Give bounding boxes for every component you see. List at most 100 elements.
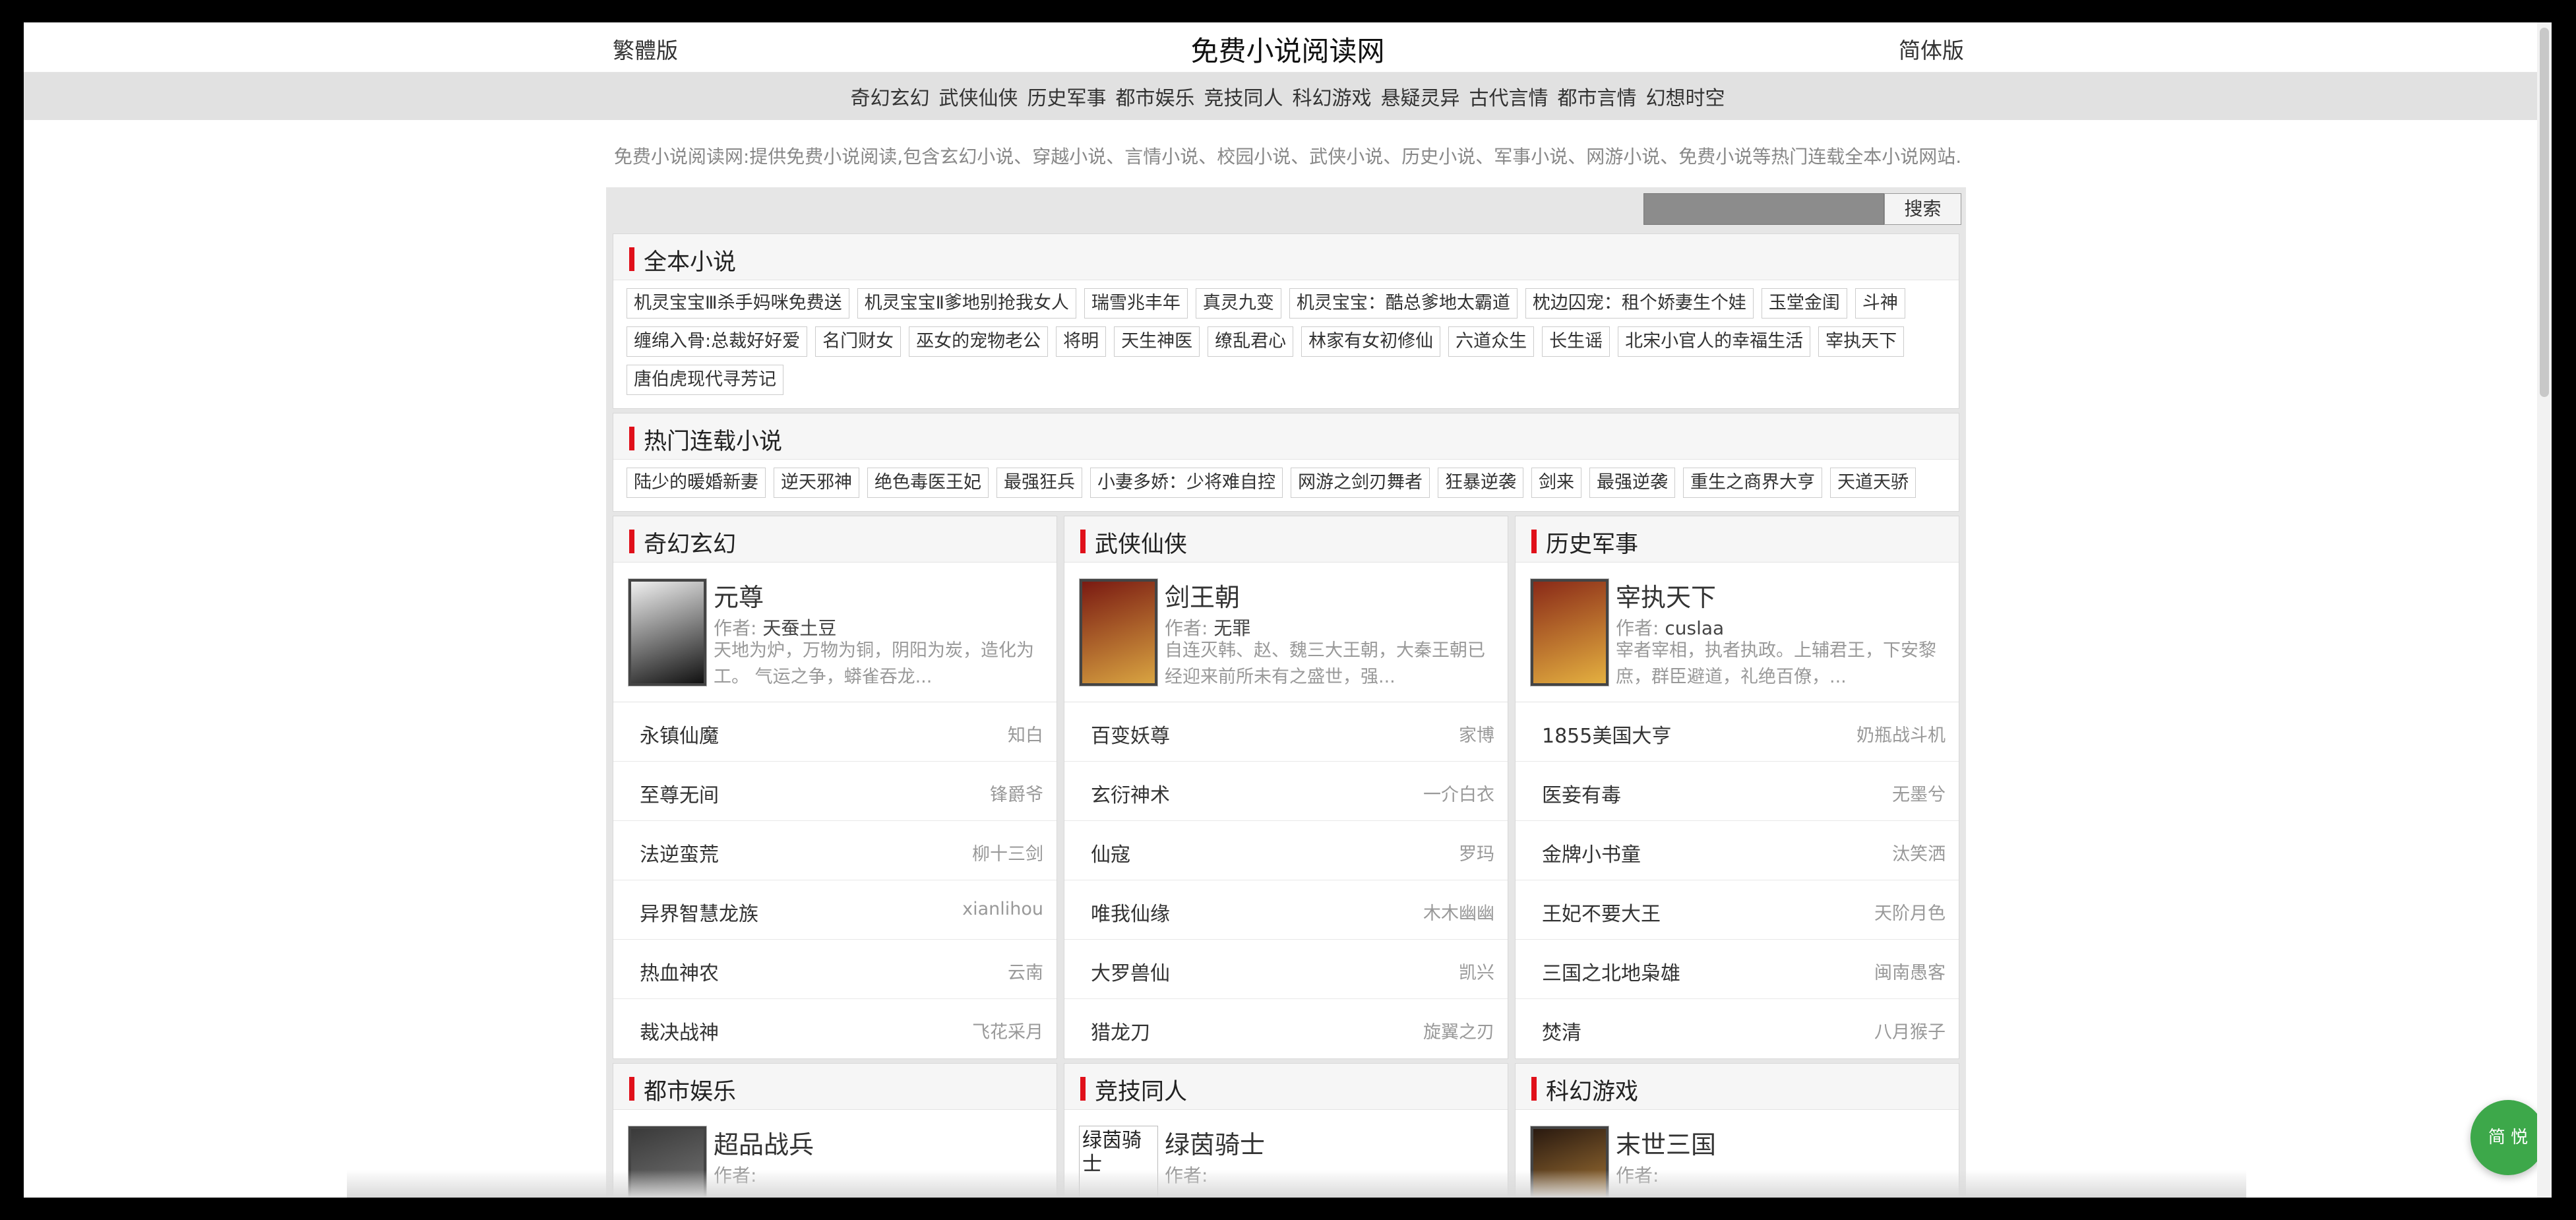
book-title[interactable]: 热血神农 [640, 957, 719, 986]
novel-tag[interactable]: 斗神 [1855, 288, 1905, 319]
book-row[interactable]: 医妾有毒 无墨兮 [1516, 762, 1959, 821]
book-title[interactable]: 至尊无间 [640, 779, 719, 808]
novel-tag[interactable]: 天生神医 [1114, 326, 1200, 357]
search-button[interactable]: 搜索 [1884, 193, 1961, 225]
novel-tag[interactable]: 天道天骄 [1830, 468, 1916, 498]
book-title[interactable]: 1855美国大亨 [1542, 719, 1671, 748]
nav-link-0[interactable]: 奇幻玄幻 [851, 82, 930, 111]
category-title[interactable]: 武侠仙侠 [1095, 526, 1187, 559]
novel-tag[interactable]: 唐伯虎现代寻芳记 [627, 365, 783, 395]
scrollbar[interactable] [2537, 22, 2552, 1198]
category-title[interactable]: 历史军事 [1546, 526, 1638, 559]
nav-link-3[interactable]: 都市娱乐 [1116, 82, 1195, 111]
nav-link-2[interactable]: 历史军事 [1027, 82, 1107, 111]
search-input[interactable] [1643, 193, 1884, 225]
novel-tag[interactable]: 最强逆袭 [1589, 468, 1675, 498]
book-row[interactable]: 至尊无间 锋爵爷 [613, 762, 1057, 821]
simplified-link[interactable]: 简体版 [1899, 33, 1964, 65]
nav-link-4[interactable]: 竞技同人 [1204, 82, 1283, 111]
book-title[interactable]: 永镇仙魔 [640, 719, 719, 748]
book-row[interactable]: 三国之北地枭雄 闽南愚客 [1516, 940, 1959, 999]
novel-tag[interactable]: 重生之商界大亨 [1683, 468, 1822, 498]
site-title[interactable]: 免费小说阅读网 [1190, 35, 1384, 67]
book-row[interactable]: 1855美国大亨 奶瓶战斗机 [1516, 702, 1959, 762]
novel-tag[interactable]: 机灵宝宝：酷总爹地太霸道 [1289, 288, 1518, 319]
scrollbar-thumb[interactable] [2540, 28, 2549, 397]
book-row[interactable]: 焚清 八月猴子 [1516, 999, 1959, 1058]
book-row[interactable]: 百变妖尊 家博 [1064, 702, 1508, 762]
book-title[interactable]: 异界智慧龙族 [640, 898, 758, 927]
book-title[interactable]: 三国之北地枭雄 [1542, 957, 1680, 986]
novel-tag[interactable]: 长生谣 [1542, 326, 1610, 357]
book-title[interactable]: 唯我仙缘 [1091, 898, 1170, 927]
novel-tag[interactable]: 宰执天下 [1818, 326, 1905, 357]
book-name[interactable]: 超品战兵 [714, 1124, 814, 1161]
book-row[interactable]: 大罗兽仙 凯兴 [1064, 940, 1508, 999]
novel-tag[interactable]: 缭乱君心 [1208, 326, 1294, 357]
novel-tag[interactable]: 最强狂兵 [997, 468, 1082, 498]
book-row[interactable]: 热血神农 云南 [613, 940, 1057, 999]
book-title[interactable]: 玄衍神术 [1091, 779, 1170, 808]
novel-tag[interactable]: 玉堂金闺 [1761, 288, 1847, 319]
book-row[interactable]: 法逆蛮荒 柳十三剑 [613, 821, 1057, 880]
nav-link-1[interactable]: 武侠仙侠 [939, 82, 1018, 111]
novel-tag[interactable]: 小妻多娇：少将难自控 [1090, 468, 1283, 498]
novel-tag[interactable]: 狂暴逆袭 [1438, 468, 1523, 498]
novel-tag[interactable]: 六道众生 [1448, 326, 1535, 357]
book-cover[interactable] [1530, 578, 1609, 686]
novel-tag[interactable]: 真灵九变 [1195, 288, 1281, 319]
book-row[interactable]: 猎龙刀 旋翼之刃 [1064, 999, 1508, 1058]
book-title[interactable]: 大罗兽仙 [1091, 957, 1170, 986]
book-title[interactable]: 仙寇 [1091, 838, 1130, 867]
book-cover[interactable] [628, 578, 707, 686]
novel-tag[interactable]: 林家有女初修仙 [1301, 326, 1441, 357]
book-name[interactable]: 末世三国 [1616, 1124, 1716, 1161]
nav-link-5[interactable]: 科幻游戏 [1293, 82, 1372, 111]
book-title[interactable]: 王妃不要大王 [1542, 898, 1661, 927]
book-name[interactable]: 元尊 [714, 577, 764, 613]
book-title[interactable]: 裁决战神 [640, 1016, 719, 1045]
novel-tag[interactable]: 网游之剑刃舞者 [1291, 468, 1430, 498]
book-title[interactable]: 百变妖尊 [1091, 719, 1170, 748]
book-row[interactable]: 异界智慧龙族 xianlihou [613, 880, 1057, 940]
novel-tag[interactable]: 巫女的宠物老公 [909, 326, 1049, 357]
novel-tag[interactable]: 逆天邪神 [774, 468, 859, 498]
book-title[interactable]: 猎龙刀 [1091, 1016, 1150, 1045]
nav-link-6[interactable]: 悬疑灵异 [1381, 82, 1460, 111]
category-title[interactable]: 奇幻玄幻 [644, 526, 736, 559]
book-row[interactable]: 唯我仙缘 木木幽幽 [1064, 880, 1508, 940]
novel-tag[interactable]: 瑞雪兆丰年 [1084, 288, 1188, 319]
nav-link-9[interactable]: 幻想时空 [1646, 82, 1725, 111]
nav-link-7[interactable]: 古代言情 [1469, 82, 1549, 111]
book-title[interactable]: 法逆蛮荒 [640, 838, 719, 867]
book-name[interactable]: 绿茵骑士 [1165, 1124, 1265, 1161]
book-name[interactable]: 剑王朝 [1165, 577, 1240, 613]
book-row[interactable]: 金牌小书童 汰笑洒 [1516, 821, 1959, 880]
category-title[interactable]: 都市娱乐 [644, 1073, 736, 1107]
novel-tag[interactable]: 将明 [1056, 326, 1107, 357]
book-name[interactable]: 宰执天下 [1616, 577, 1716, 613]
book-title[interactable]: 焚清 [1542, 1016, 1581, 1045]
book-row[interactable]: 玄衍神术 一介白衣 [1064, 762, 1508, 821]
category-title[interactable]: 竞技同人 [1095, 1073, 1187, 1107]
novel-tag[interactable]: 绝色毒医王妃 [867, 468, 989, 498]
book-cover[interactable] [1079, 578, 1158, 686]
book-row[interactable]: 仙寇 罗玛 [1064, 821, 1508, 880]
novel-tag[interactable]: 剑来 [1531, 468, 1581, 498]
book-title[interactable]: 金牌小书童 [1542, 838, 1641, 867]
book-row[interactable]: 王妃不要大王 天阶月色 [1516, 880, 1959, 940]
novel-tag[interactable]: 陆少的暖婚新妻 [627, 468, 766, 498]
novel-tag[interactable]: 机灵宝宝Ⅲ杀手妈咪免费送 [627, 288, 849, 319]
book-row[interactable]: 永镇仙魔 知白 [613, 702, 1057, 762]
language-toggle-button[interactable]: 简 悦 [2470, 1100, 2546, 1175]
category-title[interactable]: 科幻游戏 [1546, 1073, 1638, 1107]
novel-tag[interactable]: 北宋小官人的幸福生活 [1618, 326, 1811, 357]
featured-book[interactable]: 剑王朝 作者: 无罪 自连灭韩、赵、魏三大王朝，大秦王朝已经迎来前所未有之盛世，强.… [1064, 563, 1508, 702]
book-title[interactable]: 医妾有毒 [1542, 779, 1621, 808]
novel-tag[interactable]: 枕边囚宠：租个娇妻生个娃 [1525, 288, 1754, 319]
featured-book[interactable]: 宰执天下 作者: cuslaa 宰者宰相，执者执政。上辅君王，下安黎庶，群臣避道，礼… [1516, 563, 1959, 702]
novel-tag[interactable]: 名门财女 [815, 326, 902, 357]
nav-link-8[interactable]: 都市言情 [1558, 82, 1637, 111]
novel-tag[interactable]: 缠绵入骨:总裁好好爱 [627, 326, 808, 357]
traditional-link[interactable]: 繁體版 [613, 33, 678, 65]
